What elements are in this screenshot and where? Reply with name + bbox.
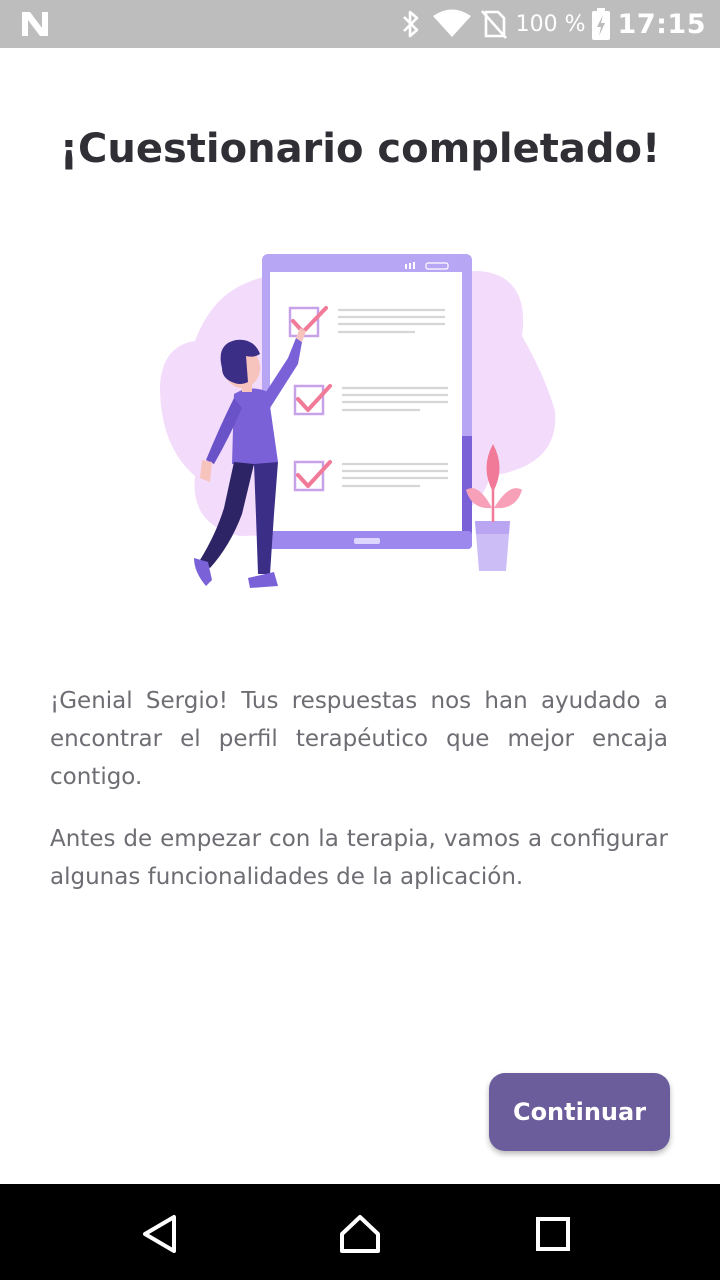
back-icon[interactable]	[138, 1212, 182, 1256]
status-bar: 100 % 17:15	[0, 0, 720, 48]
battery-charging-icon	[591, 8, 610, 40]
clock: 17:15	[617, 8, 706, 40]
tablet-home-button	[354, 538, 380, 544]
checklist-illustration	[160, 254, 556, 588]
setup-paragraph: Antes de empezar con la terapia, vamos a…	[50, 826, 668, 890]
continue-button[interactable]: Continuar	[489, 1073, 670, 1151]
no-sim-icon	[480, 10, 507, 39]
recents-icon[interactable]	[531, 1212, 575, 1256]
wifi-icon	[432, 9, 471, 37]
status-icons: 100 % 17:15	[400, 0, 706, 48]
navigation-bar	[0, 1184, 720, 1280]
intro-paragraph: ¡Genial Sergio! Tus respuestas nos han a…	[50, 688, 668, 790]
page-title: ¡Cuestionario completado!	[59, 126, 661, 172]
n-logo-icon	[22, 12, 48, 36]
home-icon[interactable]	[338, 1212, 382, 1256]
battery-percentage: 100 %	[515, 11, 586, 37]
bluetooth-icon	[402, 10, 418, 38]
